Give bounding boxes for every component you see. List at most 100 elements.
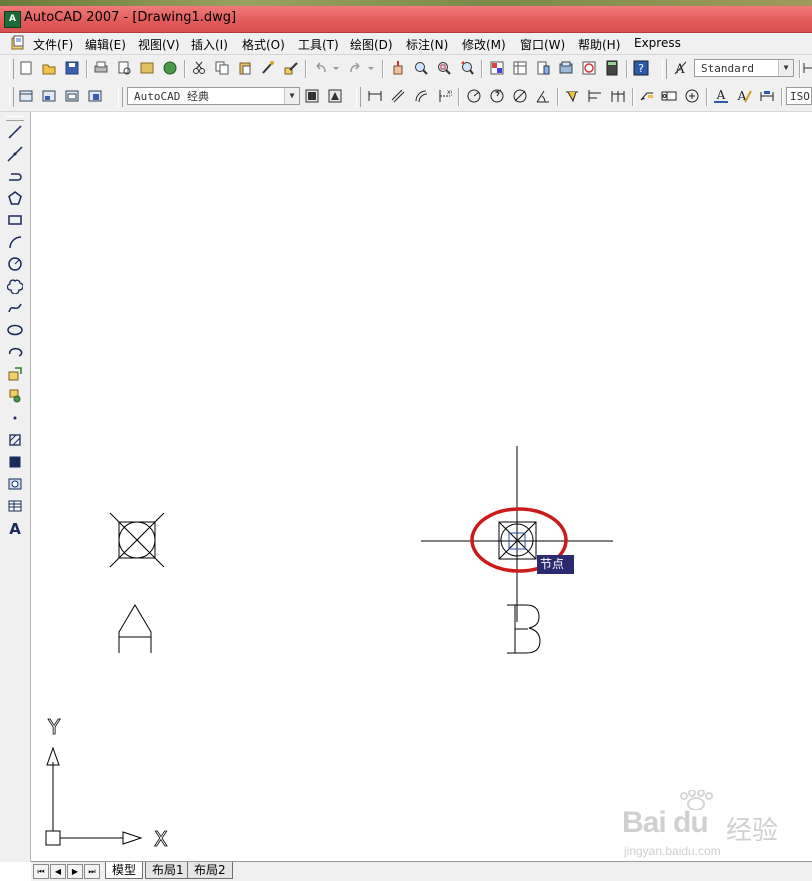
polygon-icon[interactable] xyxy=(5,188,25,208)
tab-layout1[interactable]: 布局1 xyxy=(145,862,191,879)
redo-icon[interactable] xyxy=(346,59,364,77)
quick-leader-icon[interactable] xyxy=(638,87,656,105)
dimension-text-edit-icon[interactable]: A xyxy=(735,87,753,105)
menu-format[interactable]: 格式(O) xyxy=(242,36,285,53)
ordinate-dimension-icon[interactable]: xy xyxy=(435,87,453,105)
aligned-dimension-icon[interactable] xyxy=(389,87,407,105)
print-icon[interactable] xyxy=(92,59,110,77)
quick-dimension-icon[interactable] xyxy=(563,87,581,105)
last-tab-button[interactable]: ⏭ xyxy=(84,864,100,879)
arc-icon[interactable] xyxy=(5,232,25,252)
polyline-icon[interactable] xyxy=(5,166,25,186)
zoom-window-icon[interactable] xyxy=(435,59,453,77)
drawing-geometry[interactable]: Y X A B xyxy=(31,112,812,861)
design-center-icon[interactable] xyxy=(511,59,529,77)
toolbar-grip[interactable] xyxy=(9,87,14,107)
workspace-select[interactable]: AutoCAD 经典 ▼ xyxy=(127,87,300,105)
menu-draw[interactable]: 绘图(D) xyxy=(350,36,393,53)
match-properties-icon[interactable] xyxy=(259,59,277,77)
ellipse-arc-icon[interactable] xyxy=(5,342,25,362)
menu-edit[interactable]: 编辑(E) xyxy=(85,36,126,53)
circle-icon[interactable] xyxy=(5,254,25,274)
dim-style-select[interactable]: ISO- xyxy=(786,87,812,105)
workspace-settings-button-icon[interactable] xyxy=(303,87,321,105)
next-tab-button[interactable]: ▶ xyxy=(67,864,83,879)
ellipse-icon[interactable] xyxy=(5,320,25,340)
point-marker-a[interactable] xyxy=(109,512,165,568)
region-icon[interactable] xyxy=(5,474,25,494)
workspace-customize-icon[interactable] xyxy=(86,87,104,105)
construction-line-icon[interactable] xyxy=(5,144,25,164)
first-tab-button[interactable]: ⏮ xyxy=(33,864,49,879)
workspace-settings-icon[interactable] xyxy=(17,87,35,105)
menu-file[interactable]: 文件(F) xyxy=(33,36,73,53)
menu-view[interactable]: 视图(V) xyxy=(138,36,180,53)
baseline-dimension-icon[interactable] xyxy=(586,87,604,105)
tab-layout2[interactable]: 布局2 xyxy=(187,862,233,879)
tolerance-icon[interactable] xyxy=(660,87,678,105)
rectangle-icon[interactable] xyxy=(5,210,25,230)
toolbar-grip[interactable] xyxy=(9,59,14,79)
workspace-layout-icon[interactable] xyxy=(63,87,81,105)
jogged-dimension-icon[interactable] xyxy=(488,87,506,105)
zoom-realtime-icon[interactable] xyxy=(412,59,430,77)
calculator-icon[interactable] xyxy=(603,59,621,77)
menu-modify[interactable]: 修改(M) xyxy=(462,36,506,53)
zoom-previous-icon[interactable] xyxy=(458,59,476,77)
point-icon[interactable] xyxy=(5,408,25,428)
sheet-set-icon[interactable] xyxy=(557,59,575,77)
angular-dimension-icon[interactable] xyxy=(534,87,552,105)
redo-dropdown-icon[interactable] xyxy=(366,59,376,77)
copy-icon[interactable] xyxy=(213,59,231,77)
arc-length-icon[interactable] xyxy=(412,87,430,105)
radius-dimension-icon[interactable] xyxy=(465,87,483,105)
revision-cloud-icon[interactable] xyxy=(5,276,25,296)
workspace-save-icon[interactable] xyxy=(40,87,58,105)
tool-palettes-icon[interactable] xyxy=(534,59,552,77)
toolbar-grip[interactable] xyxy=(662,59,667,79)
menu-express[interactable]: Express xyxy=(634,36,681,50)
block-editor-icon[interactable] xyxy=(282,59,300,77)
multiline-text-icon[interactable]: A xyxy=(5,518,25,538)
menu-insert[interactable]: 插入(I) xyxy=(191,36,228,53)
table-icon[interactable] xyxy=(5,496,25,516)
new-icon[interactable] xyxy=(17,59,35,77)
text-style-select[interactable]: Standard ▼ xyxy=(694,59,794,77)
drawing-canvas[interactable]: Y X A B xyxy=(31,112,812,861)
properties-icon[interactable] xyxy=(488,59,506,77)
workspace-my-icon[interactable] xyxy=(326,87,344,105)
publish-icon[interactable] xyxy=(138,59,156,77)
prev-tab-button[interactable]: ◀ xyxy=(50,864,66,879)
undo-icon[interactable] xyxy=(312,59,330,77)
center-mark-icon[interactable] xyxy=(683,87,701,105)
menu-help[interactable]: 帮助(H) xyxy=(578,36,620,53)
publish-web-icon[interactable] xyxy=(161,59,179,77)
dimension-update-icon[interactable] xyxy=(758,87,776,105)
help-icon[interactable]: ? xyxy=(632,59,650,77)
open-icon[interactable] xyxy=(40,59,58,77)
linear-dimension-icon[interactable] xyxy=(366,87,384,105)
toolbar-grip[interactable] xyxy=(6,116,24,121)
text-style-icon[interactable]: A xyxy=(671,59,689,77)
line-icon[interactable] xyxy=(5,122,25,142)
spline-icon[interactable] xyxy=(5,298,25,318)
continue-dimension-icon[interactable] xyxy=(609,87,627,105)
markup-set-icon[interactable] xyxy=(580,59,598,77)
title-bar[interactable]: A AutoCAD 2007 - [Drawing1.dwg] xyxy=(0,6,812,33)
insert-block-icon[interactable] xyxy=(5,364,25,384)
toolbar-grip[interactable] xyxy=(356,87,361,107)
diameter-dimension-icon[interactable] xyxy=(511,87,529,105)
tab-model[interactable]: 模型 xyxy=(105,862,144,879)
document-icon[interactable] xyxy=(10,35,26,51)
gradient-icon[interactable] xyxy=(5,452,25,472)
hatch-icon[interactable] xyxy=(5,430,25,450)
make-block-icon[interactable] xyxy=(5,386,25,406)
paste-icon[interactable] xyxy=(236,59,254,77)
toolbar-grip[interactable] xyxy=(118,87,123,107)
autocad-app-icon[interactable]: A xyxy=(4,11,21,28)
chevron-down-icon[interactable]: ▼ xyxy=(284,88,299,104)
menu-dimension[interactable]: 标注(N) xyxy=(406,36,448,53)
dim-style-icon[interactable] xyxy=(802,59,812,77)
pan-icon[interactable] xyxy=(389,59,407,77)
menu-window[interactable]: 窗口(W) xyxy=(520,36,565,53)
